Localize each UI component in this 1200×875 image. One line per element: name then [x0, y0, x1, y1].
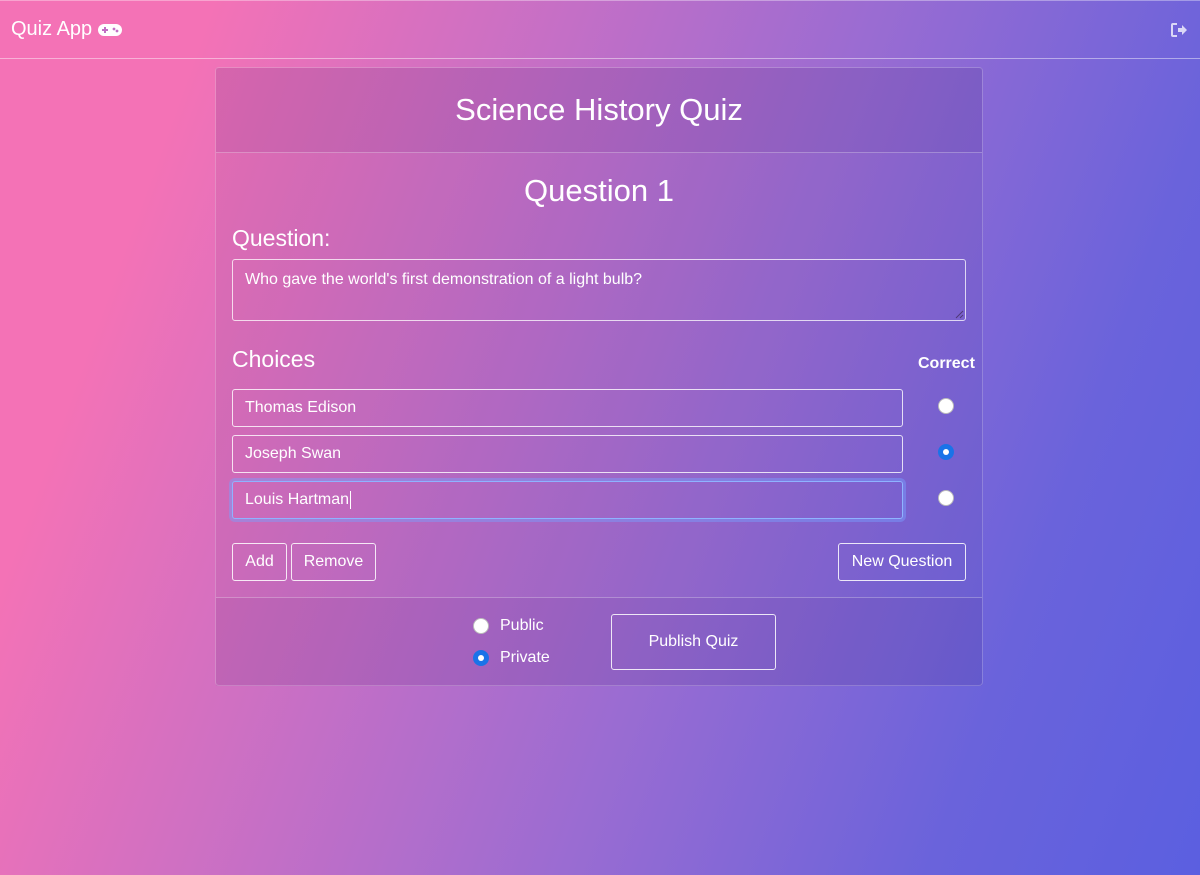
quiz-editor-card: Science History Quiz Question 1 Question…: [215, 67, 983, 686]
new-question-button[interactable]: New Question: [838, 543, 966, 581]
correct-radio-1[interactable]: [938, 398, 954, 414]
text-caret: [350, 491, 352, 509]
question-heading: Question 1: [524, 173, 674, 208]
visibility-radio-private[interactable]: [473, 650, 489, 666]
question-textarea[interactable]: Who gave the world's first demonstration…: [232, 259, 966, 321]
card-footer: Public Private Publish Quiz: [216, 597, 982, 686]
choice-text: Louis Hartman: [245, 491, 350, 508]
gamepad-icon: [97, 22, 123, 38]
choice-input-3[interactable]: Louis Hartman: [232, 481, 903, 519]
add-choice-button[interactable]: Add: [232, 543, 287, 581]
choice-input-2[interactable]: Joseph Swan: [232, 435, 903, 473]
card-header: Science History Quiz: [216, 68, 982, 153]
visibility-label-private: Private: [500, 649, 550, 666]
correct-radio-2[interactable]: [938, 444, 954, 460]
sign-out-icon[interactable]: [1170, 22, 1188, 38]
navbar: Quiz App: [0, 0, 1200, 59]
resize-grip-icon[interactable]: [955, 310, 964, 319]
correct-radio-3[interactable]: [938, 490, 954, 506]
choice-input-1[interactable]: Thomas Edison: [232, 389, 903, 427]
choice-text: Thomas Edison: [245, 399, 357, 416]
visibility-label-public: Public: [500, 617, 544, 634]
visibility-radio-public[interactable]: [473, 618, 489, 634]
correct-column-label: Correct: [918, 355, 975, 372]
quiz-title: Science History Quiz: [455, 92, 743, 127]
question-text: Who gave the world's first demonstration…: [245, 271, 643, 288]
choice-text: Joseph Swan: [245, 445, 342, 462]
brand[interactable]: Quiz App: [11, 18, 123, 41]
card-body: Question 1 Question: Who gave the world'…: [216, 153, 982, 597]
remove-choice-button[interactable]: Remove: [291, 543, 376, 581]
brand-label: Quiz App: [11, 18, 93, 40]
choices-label: Choices: [232, 346, 316, 372]
publish-quiz-button[interactable]: Publish Quiz: [611, 614, 776, 670]
question-label: Question:: [232, 225, 331, 251]
